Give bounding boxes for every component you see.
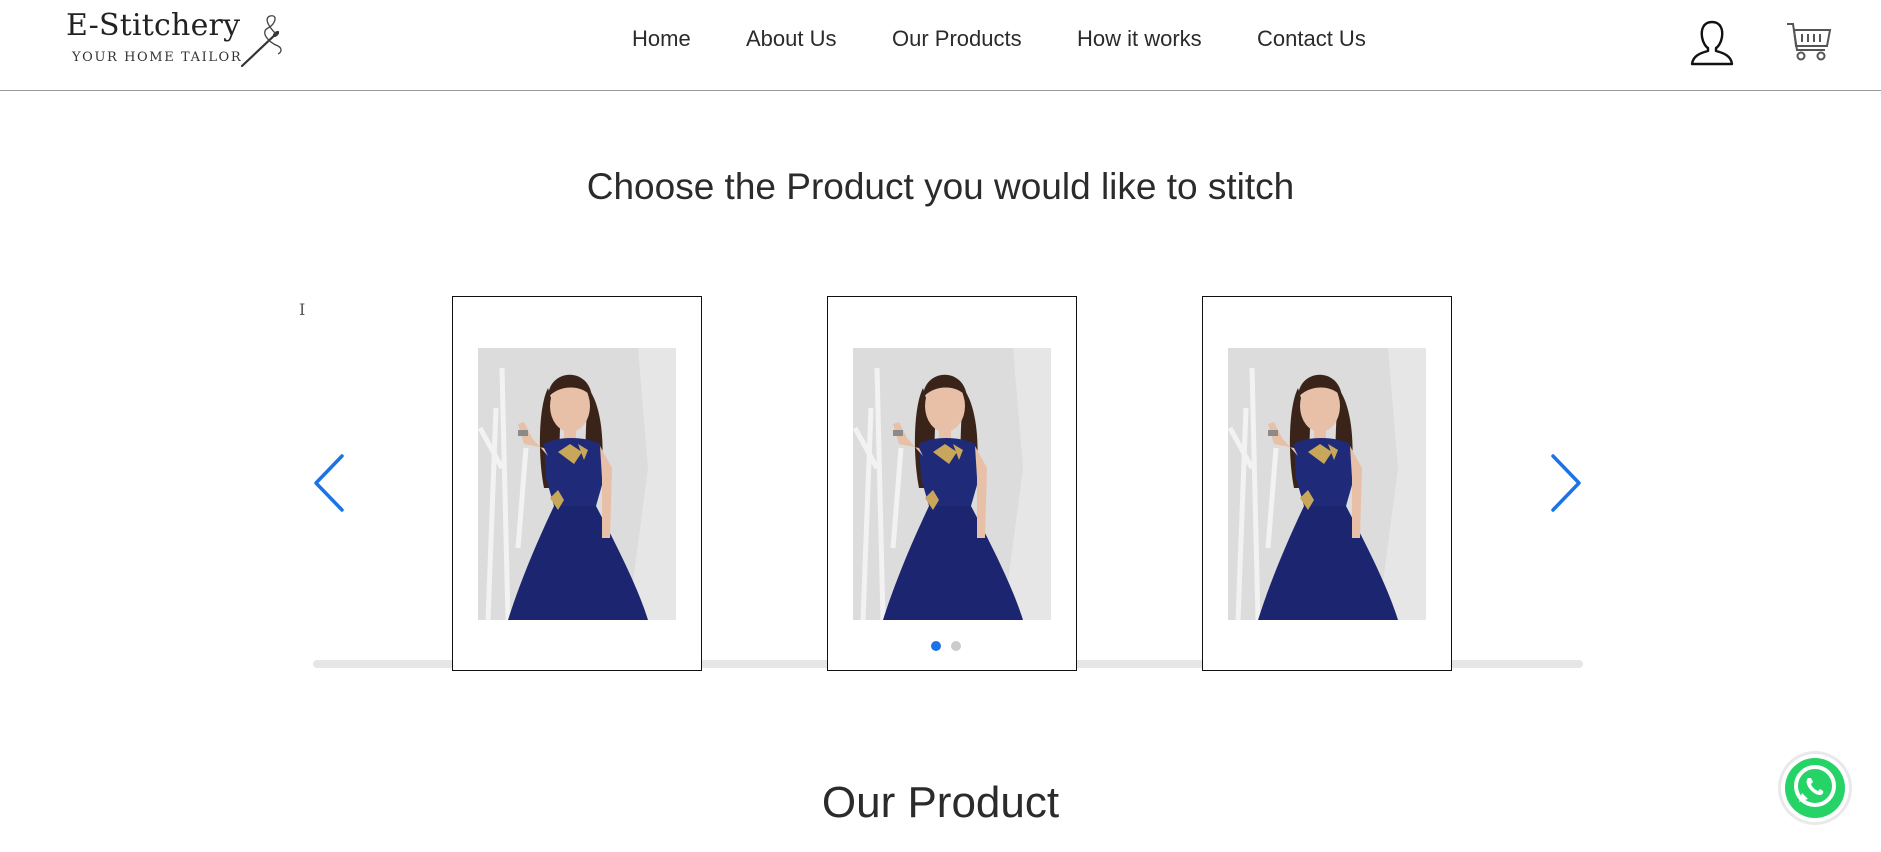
nav-home[interactable]: Home bbox=[632, 26, 691, 52]
text-cursor-mark: I bbox=[299, 300, 306, 319]
product-card[interactable] bbox=[827, 296, 1077, 671]
site-header: E-Stitchery YOUR HOME TAILOR Home About … bbox=[0, 0, 1881, 91]
woman-in-navy-gown-image bbox=[853, 348, 1051, 620]
woman-in-navy-gown-image bbox=[478, 348, 676, 620]
carousel-dot[interactable] bbox=[951, 641, 961, 651]
product-image bbox=[1228, 348, 1426, 620]
user-account-icon[interactable] bbox=[1690, 18, 1734, 66]
carousel-heading: Choose the Product you would like to sti… bbox=[586, 166, 1295, 207]
carousel-prev-arrow-icon[interactable] bbox=[312, 452, 348, 514]
nav-about-us[interactable]: About Us bbox=[746, 26, 837, 52]
main-nav: Home About Us Our Products How it works … bbox=[0, 22, 1881, 62]
carousel-dot-active[interactable] bbox=[931, 641, 941, 651]
carousel-next-arrow-icon[interactable] bbox=[1547, 452, 1583, 514]
our-product-heading: Our Product bbox=[821, 778, 1060, 827]
nav-how-it-works[interactable]: How it works bbox=[1077, 26, 1202, 52]
nav-our-products[interactable]: Our Products bbox=[892, 26, 1022, 52]
product-image bbox=[478, 348, 676, 620]
woman-in-navy-gown-image bbox=[1228, 348, 1426, 620]
nav-contact-us[interactable]: Contact Us bbox=[1257, 26, 1366, 52]
product-image bbox=[853, 348, 1051, 620]
product-card[interactable] bbox=[452, 296, 702, 671]
whatsapp-icon[interactable] bbox=[1777, 750, 1853, 826]
shopping-cart-icon[interactable] bbox=[1785, 20, 1833, 62]
product-card[interactable] bbox=[1202, 296, 1452, 671]
